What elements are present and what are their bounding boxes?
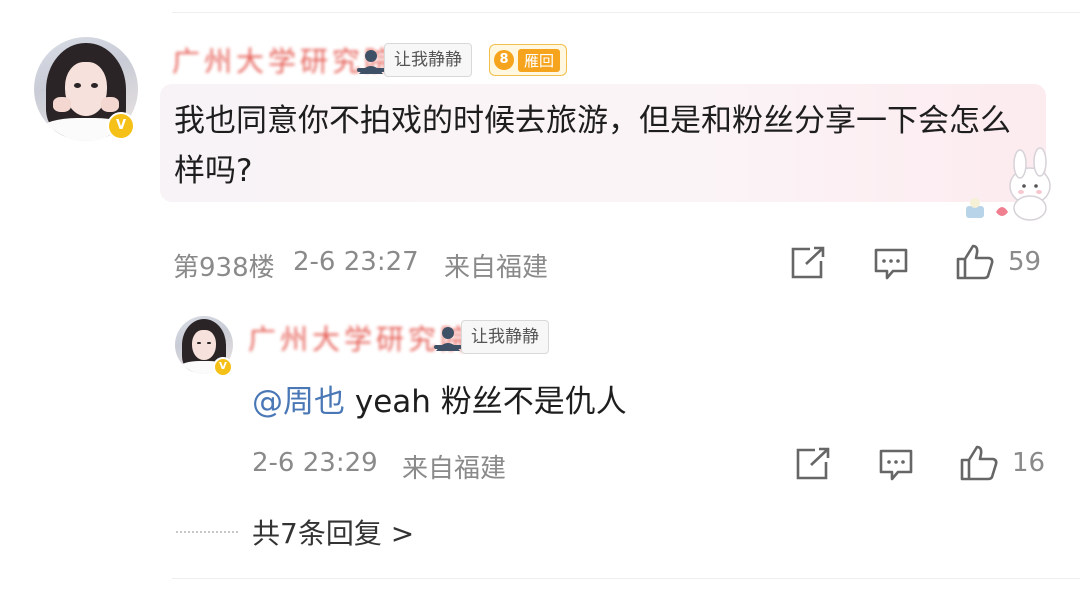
share-icon[interactable] <box>790 246 826 280</box>
reply-location: 来自福建 <box>402 454 507 484</box>
fan-group-icon <box>357 50 385 74</box>
dotted-separator <box>176 531 238 533</box>
share-icon[interactable] <box>795 447 831 481</box>
level-label: 雁回 <box>518 48 561 72</box>
bottom-divider <box>172 578 1080 579</box>
comment-text[interactable]: 我也同意你不拍戏的时候去旅游，但是和粉丝分享一下会怎么样吗? <box>174 96 1014 196</box>
reply-body: yeah 粉丝不是仇人 <box>345 384 627 420</box>
like-count: 16 <box>1012 448 1046 478</box>
verified-v-badge-icon: V <box>213 357 233 377</box>
mention-link[interactable]: @周也 <box>252 384 345 420</box>
thumbs-up-icon[interactable] <box>959 444 999 482</box>
thumbs-up-icon[interactable] <box>955 243 995 281</box>
bunny-sticker-icon <box>966 147 1051 221</box>
reply-text[interactable]: @周也 yeah 粉丝不是仇人 <box>252 376 627 421</box>
verified-v-badge-icon: V <box>107 112 135 140</box>
fan-tag[interactable]: 让我静静 <box>461 320 549 354</box>
reply-time: 2-6 23:29 <box>252 448 378 478</box>
fan-level-badge[interactable]: 8 雁回 <box>489 44 568 76</box>
comment-time: 2-6 23:27 <box>293 247 419 277</box>
fan-tag[interactable]: 让我静静 <box>384 43 472 77</box>
comment-floor: 第938楼 <box>173 253 275 283</box>
comment-icon[interactable] <box>873 247 909 281</box>
like-count: 59 <box>1008 247 1042 277</box>
level-number: 8 <box>494 50 514 70</box>
fan-group-icon <box>434 327 462 351</box>
comment-icon[interactable] <box>878 448 914 482</box>
comment-location: 来自福建 <box>444 253 549 283</box>
top-divider <box>172 12 1080 13</box>
more-replies-link[interactable]: 共7条回复 > <box>252 512 414 552</box>
